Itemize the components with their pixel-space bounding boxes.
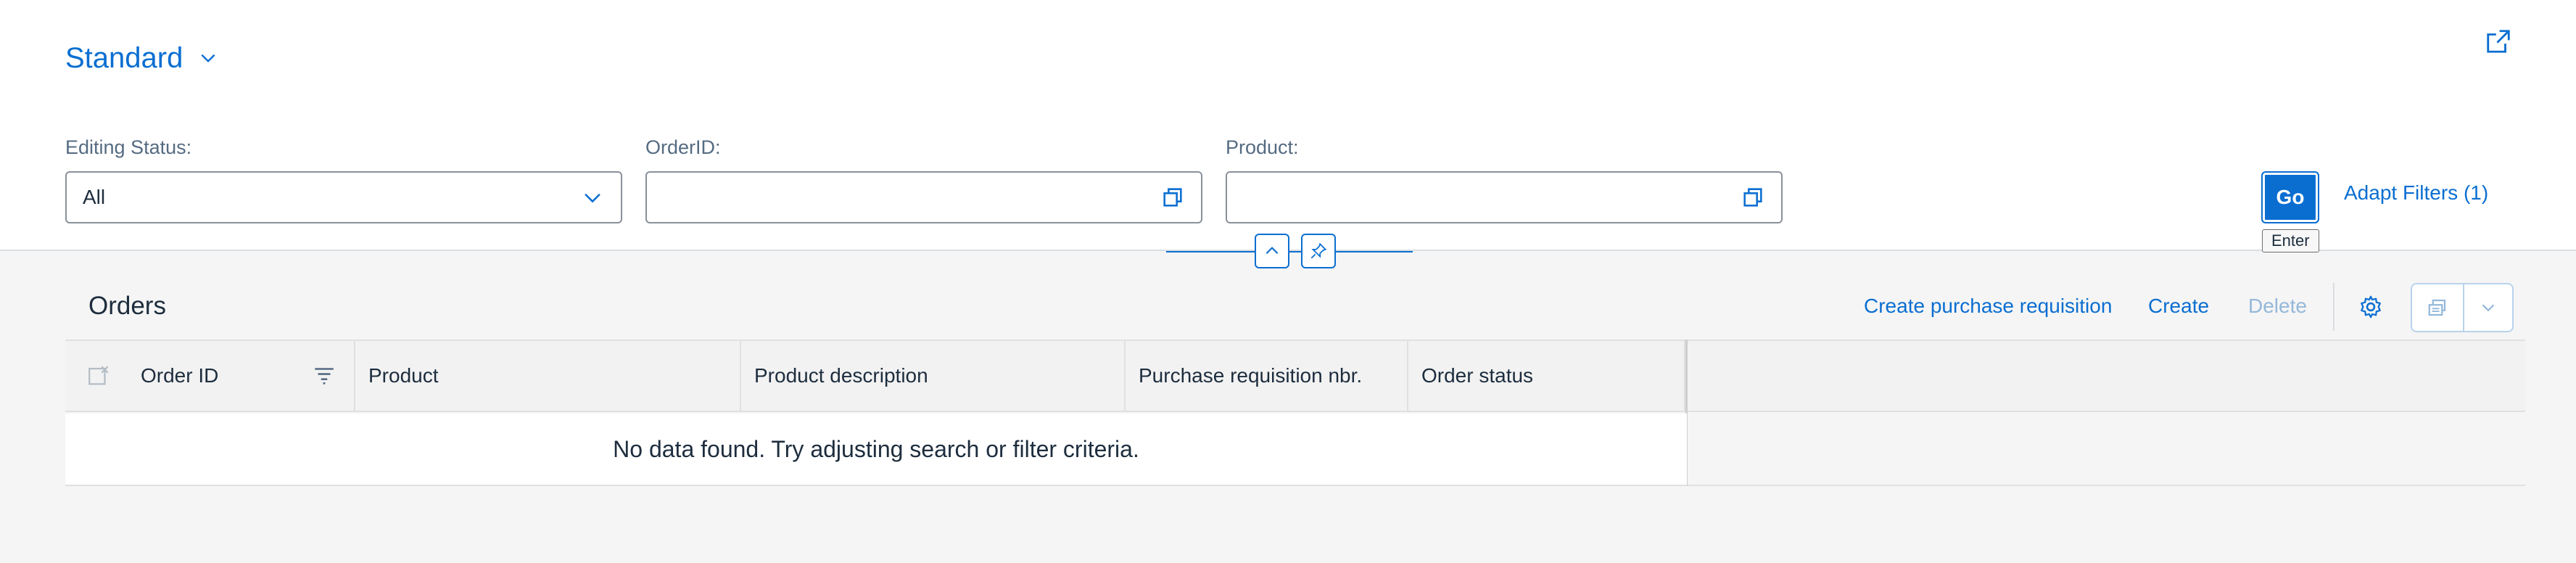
collapse-up-icon [1266,247,1279,255]
export-button-group [2411,283,2514,332]
product-label: Product: [1226,136,1299,158]
delete-button[interactable]: Delete [2248,295,2307,318]
editing-status-select[interactable]: All [65,171,622,223]
editing-status-label: Editing Status: [65,136,192,158]
export-icon [2428,299,2446,316]
order-id-input[interactable] [645,171,1202,223]
value-help-icon[interactable] [1160,185,1185,210]
column-header-product-description[interactable]: Product description [741,341,1126,411]
variant-title: Standard [65,41,183,74]
export-button[interactable] [2412,284,2464,331]
column-header-order-id[interactable]: Order ID [132,341,355,411]
order-id-label: OrderID: [645,136,721,158]
product-input[interactable] [1226,171,1783,223]
pin-icon [1310,242,1327,259]
column-label: Purchase requisition nbr. [1139,364,1363,387]
go-button[interactable]: Go [2261,171,2319,223]
chevron-down-icon [2482,304,2495,312]
select-all-icon [88,366,109,385]
column-header-order-status[interactable]: Order status [1408,341,1685,411]
create-purchase-requisition-button[interactable]: Create purchase requisition [1864,295,2112,318]
variant-selector[interactable]: Standard [65,38,218,78]
column-label: Product [368,364,439,387]
pin-header-button[interactable] [1301,234,1336,268]
editing-status-value: All [83,186,106,208]
filter-bar: Standard Editing Status: All OrderID: Pr… [0,0,2576,252]
column-label: Order ID [141,364,219,387]
column-label: Product description [754,364,928,387]
table-header: Order ID Product Product description Pur… [65,340,2525,412]
value-help-icon[interactable] [1741,185,1765,210]
toolbar-separator [2333,283,2334,331]
column-header-product[interactable]: Product [355,341,741,411]
select-all-checkbox[interactable] [65,341,132,411]
export-menu-button[interactable] [2464,284,2512,331]
table-settings-button[interactable] [2354,290,2387,324]
adapt-filters-button[interactable]: Adapt Filters (1) [2344,181,2488,205]
no-data-message: No data found. Try adjusting search or f… [65,414,1687,486]
share-icon[interactable] [2485,28,2512,55]
go-tooltip: Enter [2262,229,2319,252]
table-title: Orders [88,292,166,320]
column-label: Order status [1421,364,1534,387]
collapse-header-button[interactable] [1255,234,1289,268]
collapse-divider [1166,251,1413,252]
chevron-down-icon [201,54,215,63]
column-header-purchase-requisition[interactable]: Purchase requisition nbr. [1126,341,1408,411]
filter-icon [315,368,334,385]
create-button[interactable]: Create [2148,295,2209,318]
settings-icon [2361,295,2381,319]
table-bottom-border [1688,485,2525,486]
chevron-down-icon[interactable] [580,185,605,210]
